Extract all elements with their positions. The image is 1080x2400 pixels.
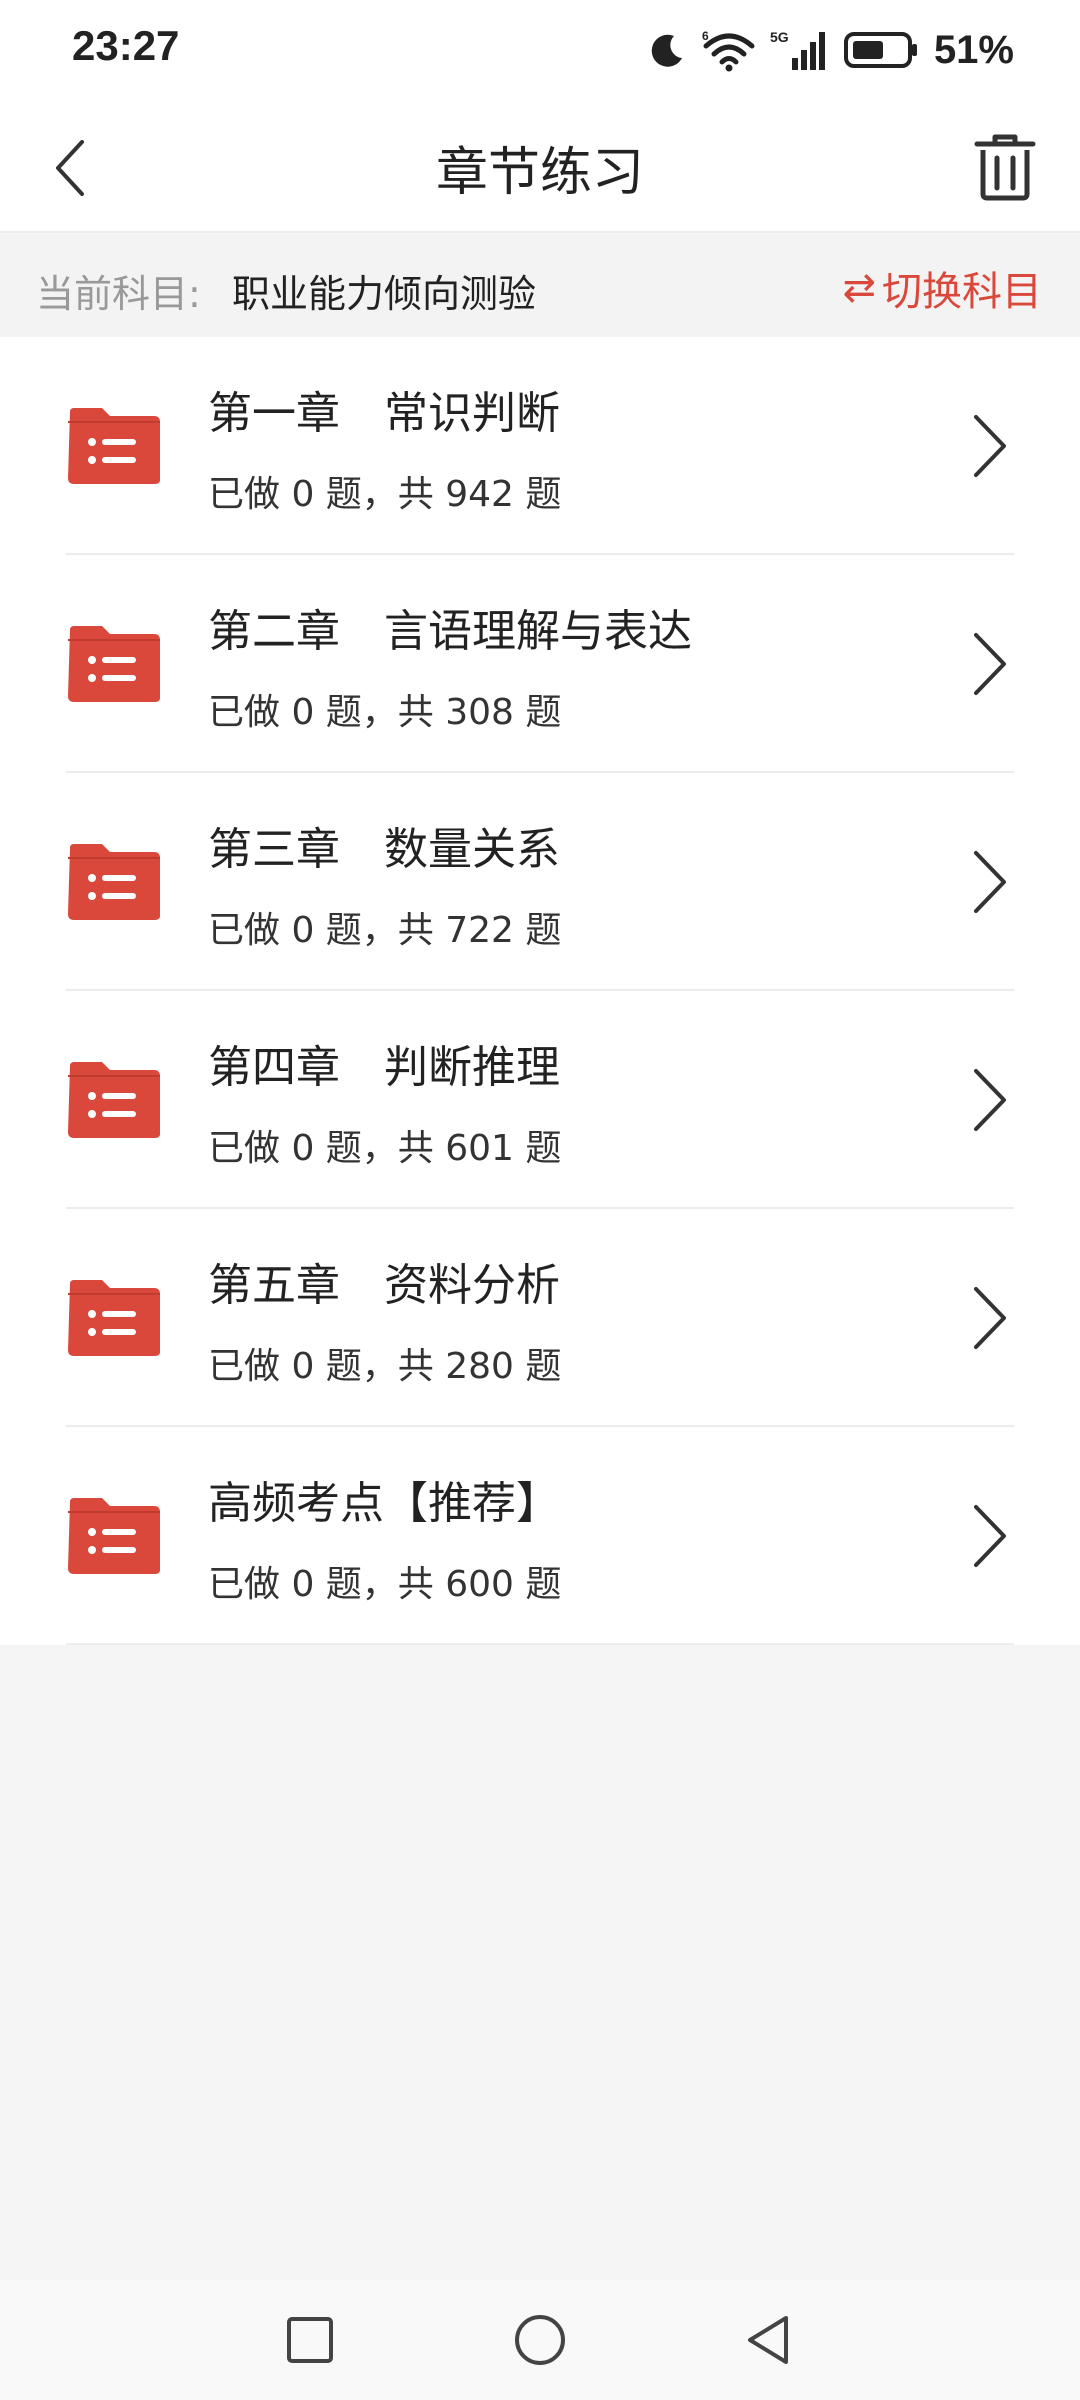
wifi-badge: 6 [702, 29, 709, 43]
status-bar: 23:27 6 5G 51% [0, 0, 1080, 100]
chevron-right-icon [974, 415, 1006, 477]
chapter-title: 第三章 数量关系 [208, 824, 560, 875]
chapter-title: 第一章 常识判断 [208, 388, 560, 439]
chapter-item[interactable]: 高频考点【推荐】 已做 0 题，共 600 题 [0, 1427, 1080, 1645]
back-nav-button[interactable] [730, 2300, 810, 2380]
chapter-progress: 已做 0 题，共 722 题 [208, 910, 562, 951]
folder-list-icon [68, 626, 160, 702]
chapter-title: 第五章 资料分析 [208, 1260, 560, 1311]
subject-label: 当前科目: [36, 272, 201, 316]
folder-list-icon [68, 844, 160, 920]
chapter-item[interactable]: 第三章 数量关系 已做 0 题，共 722 题 [0, 773, 1080, 991]
home-button[interactable] [500, 2300, 580, 2380]
chapter-progress: 已做 0 题，共 600 题 [208, 1564, 562, 1605]
chevron-right-icon [974, 1069, 1006, 1131]
chapter-list: 第一章 常识判断 已做 0 题，共 942 题 第二章 言语理解与表达 已做 0… [0, 337, 1080, 1645]
folder-list-icon [68, 1280, 160, 1356]
chapter-progress: 已做 0 题，共 601 题 [208, 1128, 562, 1169]
triangle-back-icon [748, 2316, 788, 2364]
circle-icon [515, 2315, 565, 2365]
battery-percent: 51% [933, 27, 1014, 72]
chapter-title: 第二章 言语理解与表达 [208, 606, 692, 657]
nav-bar: 章节练习 [0, 100, 1080, 233]
network-type: 5G [770, 29, 789, 45]
page-title: 章节练习 [435, 143, 644, 203]
folder-list-icon [68, 1062, 160, 1138]
trash-icon [974, 134, 1036, 201]
recents-button[interactable] [270, 2300, 350, 2380]
switch-subject-button[interactable]: ⇄ 切换科目 [842, 259, 1042, 317]
chapter-title: 高频考点【推荐】 [208, 1478, 560, 1529]
subject-value: 职业能力倾向测验 [232, 272, 537, 316]
folder-list-icon [68, 408, 160, 484]
subject-bar: 当前科目: 职业能力倾向测验 ⇄ 切换科目 [0, 235, 1080, 337]
chapter-progress: 已做 0 题，共 280 题 [208, 1346, 562, 1387]
status-time: 23:27 [72, 22, 180, 69]
chapter-item[interactable]: 第四章 判断推理 已做 0 题，共 601 题 [0, 991, 1080, 1209]
divider [66, 1643, 1014, 1645]
system-nav-bar [0, 2280, 1080, 2400]
wifi-icon: 6 [702, 29, 755, 72]
status-icons: 6 5G 51% [648, 18, 1014, 82]
chevron-right-icon [974, 633, 1006, 695]
battery-icon [843, 32, 917, 68]
square-icon [287, 2317, 333, 2363]
chapter-item[interactable]: 第五章 资料分析 已做 0 题，共 280 题 [0, 1209, 1080, 1427]
chapter-progress: 已做 0 题，共 308 题 [208, 692, 562, 733]
folder-list-icon [68, 1498, 160, 1574]
moon-icon [651, 34, 682, 67]
swap-icon: ⇄ [842, 265, 876, 311]
chevron-right-icon [974, 1287, 1006, 1349]
signal-icon: 5G [770, 29, 825, 70]
chapter-progress: 已做 0 题，共 942 题 [208, 474, 562, 515]
chevron-right-icon [974, 851, 1006, 913]
chapter-item[interactable]: 第一章 常识判断 已做 0 题，共 942 题 [0, 337, 1080, 555]
chapter-item[interactable]: 第二章 言语理解与表达 已做 0 题，共 308 题 [0, 555, 1080, 773]
chevron-right-icon [974, 1505, 1006, 1567]
delete-button[interactable] [960, 122, 1050, 212]
switch-subject-label: 切换科目 [882, 269, 1042, 315]
chapter-title: 第四章 判断推理 [208, 1042, 560, 1093]
